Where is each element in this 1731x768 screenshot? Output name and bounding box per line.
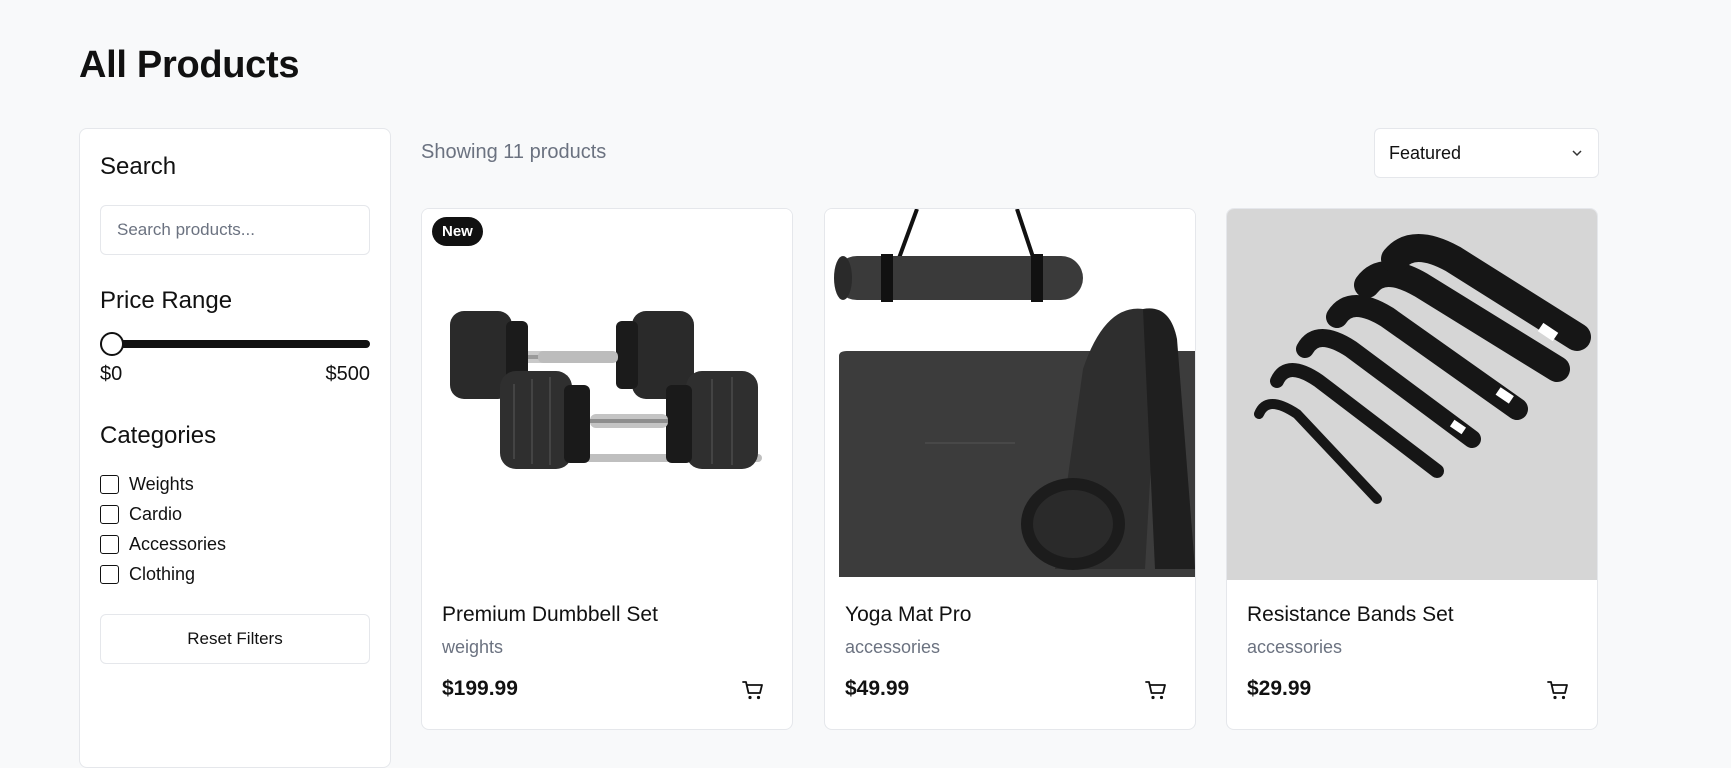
category-weights[interactable]: Weights — [100, 473, 194, 495]
price-range-heading: Price Range — [100, 287, 233, 314]
product-price: $199.99 — [442, 677, 518, 700]
product-card[interactable]: New Premium Dumbbell Set weights $199.99 — [421, 208, 793, 730]
page-title: All Products — [79, 44, 300, 86]
product-category: accessories — [1247, 637, 1343, 657]
product-name[interactable]: Resistance Bands Set — [1247, 603, 1454, 627]
yoga-mat-image — [825, 209, 1195, 580]
product-image[interactable] — [1227, 209, 1597, 580]
price-range-thumb[interactable] — [100, 332, 124, 356]
reset-filters-button[interactable]: Reset Filters — [100, 614, 370, 664]
cart-icon[interactable] — [740, 677, 766, 703]
category-clothing[interactable]: Clothing — [100, 563, 195, 585]
sort-value: Featured — [1389, 142, 1462, 163]
category-checkbox[interactable] — [100, 564, 119, 584]
product-name[interactable]: Premium Dumbbell Set — [442, 603, 658, 627]
product-category: accessories — [845, 637, 941, 657]
filter-sidebar: Search Price Range $0 $500 Categories We… — [79, 128, 391, 768]
product-image[interactable]: New — [422, 209, 792, 580]
search-heading: Search — [100, 153, 177, 180]
category-checkbox[interactable] — [100, 534, 119, 554]
category-label: Accessories — [129, 533, 227, 554]
category-cardio[interactable]: Cardio — [100, 503, 182, 525]
category-label: Cardio — [129, 503, 183, 524]
category-checkbox[interactable] — [100, 474, 119, 494]
category-label: Clothing — [129, 563, 196, 584]
dumbbell-image — [422, 209, 792, 580]
resistance-bands-image — [1227, 209, 1597, 580]
category-checkbox[interactable] — [100, 504, 119, 524]
price-min-label: $0 — [100, 363, 123, 385]
price-range-track[interactable] — [100, 340, 370, 348]
chevron-down-icon — [1572, 150, 1582, 157]
product-card[interactable]: Resistance Bands Set accessories $29.99 — [1226, 208, 1598, 730]
product-image[interactable] — [825, 209, 1195, 580]
cart-icon[interactable] — [1545, 677, 1571, 703]
cart-icon[interactable] — [1143, 677, 1169, 703]
product-card[interactable]: Yoga Mat Pro accessories $49.99 — [824, 208, 1196, 730]
categories-heading: Categories — [100, 422, 217, 449]
search-input[interactable] — [100, 205, 370, 255]
product-price: $49.99 — [845, 677, 910, 700]
result-count: Showing 11 products — [421, 141, 607, 163]
sort-select[interactable]: Featured — [1374, 128, 1599, 178]
product-price: $29.99 — [1247, 677, 1312, 700]
product-name[interactable]: Yoga Mat Pro — [845, 603, 971, 627]
price-max-label: $500 — [325, 363, 371, 385]
category-accessories[interactable]: Accessories — [100, 533, 226, 555]
category-label: Weights — [129, 473, 194, 494]
product-category: weights — [442, 637, 504, 657]
new-badge: New — [432, 217, 483, 246]
